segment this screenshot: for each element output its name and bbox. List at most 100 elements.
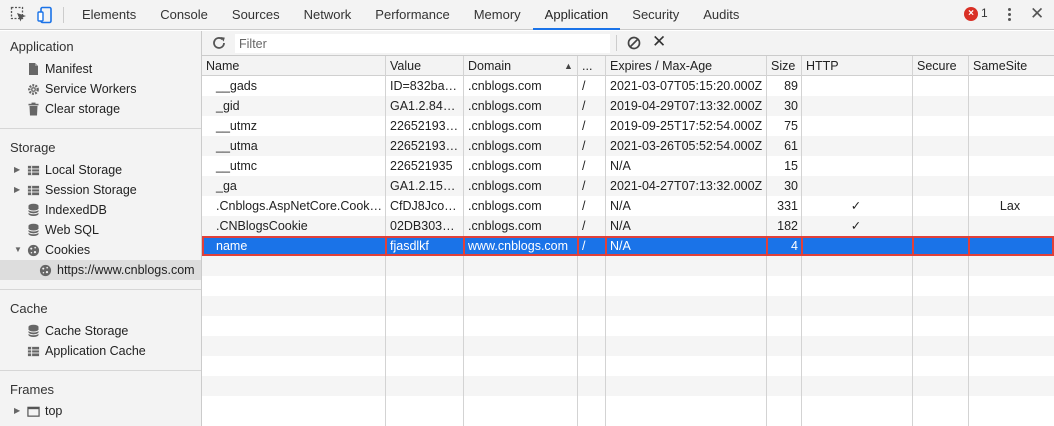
sidebar-item-web-sql[interactable]: Web SQL — [0, 220, 201, 240]
cell-size: 4 — [791, 239, 798, 253]
column-divider[interactable] — [912, 56, 913, 426]
error-icon[interactable]: × — [964, 7, 978, 21]
cell-path: / — [582, 119, 586, 133]
sidebar-item-session-storage[interactable]: ▶ Session Storage — [0, 180, 201, 200]
sidebar-item-label: https://www.cnblogs.com — [57, 263, 195, 277]
sidebar-item-local-storage[interactable]: ▶ Local Storage — [0, 160, 201, 180]
column-header-path[interactable]: ... — [578, 56, 606, 76]
column-header-name[interactable]: Name — [202, 56, 386, 76]
cell-size: 15 — [784, 159, 798, 173]
cell-http — [802, 176, 913, 196]
column-divider[interactable] — [577, 56, 578, 426]
sidebar-item-indexeddb[interactable]: IndexedDB — [0, 200, 201, 220]
column-divider[interactable] — [605, 56, 606, 426]
sidebar-item-label: Cache Storage — [45, 324, 129, 338]
empty-row — [202, 396, 1054, 416]
sidebar-item-service-workers[interactable]: Service Workers — [0, 79, 201, 99]
cell-name: _ga — [216, 179, 237, 193]
section-title-storage: Storage — [10, 140, 56, 155]
cell-expires: 2021-04-27T07:13:32.000Z — [610, 179, 763, 193]
column-header-expires[interactable]: Expires / Max-Age — [606, 56, 767, 76]
table-row[interactable]: __gads ID=832ba… .cnblogs.com / 2021-03-07T0… — [202, 76, 1054, 96]
expanded-arrow-icon[interactable]: ▼ — [14, 240, 22, 260]
column-divider[interactable] — [463, 56, 464, 426]
collapsed-arrow-icon[interactable]: ▶ — [14, 401, 20, 421]
cell-name: __utmz — [216, 119, 257, 133]
table-row[interactable]: __utma 22652193… .cnblogs.com / 2021-03-26T0… — [202, 136, 1054, 156]
collapsed-arrow-icon[interactable]: ▶ — [14, 180, 20, 200]
tab-audits[interactable]: Audits — [691, 0, 751, 30]
sidebar-item-label: Local Storage — [45, 163, 123, 177]
column-divider[interactable] — [385, 56, 386, 426]
cookie-icon — [39, 263, 52, 277]
more-options-icon[interactable] — [1002, 6, 1016, 24]
column-divider[interactable] — [968, 56, 969, 426]
sort-ascending-icon: ▲ — [564, 61, 573, 71]
column-divider[interactable] — [801, 56, 802, 426]
device-toolbar-icon[interactable] — [37, 6, 55, 24]
cell-secure — [913, 136, 969, 156]
tab-application[interactable]: Application — [532, 0, 621, 30]
cell-samesite — [969, 176, 1054, 196]
column-header-value[interactable]: Value — [386, 56, 464, 76]
sidebar-item-label: Service Workers — [45, 82, 137, 96]
tab-elements[interactable]: Elements — [70, 0, 148, 30]
collapsed-arrow-icon[interactable]: ▶ — [14, 160, 20, 180]
delete-selected-icon[interactable]: ✕ — [652, 32, 666, 52]
column-header-domain[interactable]: Domain — [464, 56, 578, 76]
sidebar-item-application-cache[interactable]: Application Cache — [0, 341, 201, 361]
table-header: Name Value Domain... Expires / Max-Age Size H… — [202, 56, 1054, 76]
cell-path: / — [582, 239, 586, 253]
table-row[interactable]: .CNBlogsCookie 02DB303… .cnblogs.com / N/A 18… — [202, 216, 1054, 236]
table-row[interactable]: __utmc 226521935 .cnblogs.com / N/A 15 — [202, 156, 1054, 176]
cell-http — [802, 136, 913, 156]
column-divider[interactable] — [766, 56, 767, 426]
cell-size: 30 — [784, 179, 798, 193]
column-header-size[interactable]: Size — [767, 56, 802, 76]
tab-sources[interactable]: Sources — [220, 0, 292, 30]
sidebar-item-label: Session Storage — [45, 183, 137, 197]
cell-value: ID=832ba… — [390, 79, 458, 93]
empty-row — [202, 256, 1054, 276]
column-header-secure[interactable]: Secure — [913, 56, 969, 76]
cell-value: GA1.2.158… — [390, 179, 463, 193]
grid-icon — [27, 183, 40, 197]
close-devtools-icon[interactable]: ✕ — [1030, 4, 1044, 24]
clear-all-icon[interactable] — [626, 35, 642, 51]
sidebar-item-https-www-cnblogs-com[interactable]: https://www.cnblogs.com — [0, 260, 201, 280]
filter-input[interactable] — [235, 34, 610, 53]
trash-icon — [27, 102, 40, 116]
tab-console[interactable]: Console — [148, 0, 220, 30]
column-header-http[interactable]: HTTP — [802, 56, 913, 76]
cell-size: 61 — [784, 139, 798, 153]
error-count[interactable]: 1 — [981, 6, 988, 20]
cell-secure — [913, 216, 969, 236]
cell-samesite — [969, 96, 1054, 116]
cell-path: / — [582, 219, 586, 233]
cell-samesite — [969, 236, 1054, 256]
tab-performance[interactable]: Performance — [363, 0, 461, 30]
sidebar-item-cache-storage[interactable]: Cache Storage — [0, 321, 201, 341]
table-row[interactable]: name fjasdlkf www.cnblogs.com / N/A 4 — [202, 236, 1054, 256]
tab-security[interactable]: Security — [620, 0, 691, 30]
inspect-element-icon[interactable] — [10, 6, 28, 24]
cell-value: 22652193… — [390, 139, 459, 153]
sidebar-item-clear-storage[interactable]: Clear storage — [0, 99, 201, 119]
cell-domain: .cnblogs.com — [468, 79, 542, 93]
cell-http: ✓ — [850, 219, 862, 233]
cell-name: __utma — [216, 139, 258, 153]
sidebar-item-top[interactable]: ▶ top — [0, 401, 201, 421]
column-header-samesite[interactable]: SameSite — [969, 56, 1054, 76]
tab-memory[interactable]: Memory — [462, 0, 533, 30]
sidebar-item-label: Cookies — [45, 243, 91, 257]
cell-value: 22652193… — [390, 119, 459, 133]
tab-network[interactable]: Network — [292, 0, 364, 30]
sidebar-item-cookies[interactable]: ▼ Cookies — [0, 240, 201, 260]
table-row[interactable]: _gid GA1.2.846… .cnblogs.com / 2019-04-29T07… — [202, 96, 1054, 116]
refresh-icon[interactable] — [211, 35, 227, 51]
table-row[interactable]: _ga GA1.2.158… .cnblogs.com / 2021-04-27T07:… — [202, 176, 1054, 196]
sidebar-item-manifest[interactable]: Manifest — [0, 59, 201, 79]
table-row[interactable]: .Cnblogs.AspNetCore.Cookies CfDJ8Jco… .cnb… — [202, 196, 1054, 216]
table-row[interactable]: __utmz 22652193… .cnblogs.com / 2019-09-25T1… — [202, 116, 1054, 136]
empty-row — [202, 276, 1054, 296]
